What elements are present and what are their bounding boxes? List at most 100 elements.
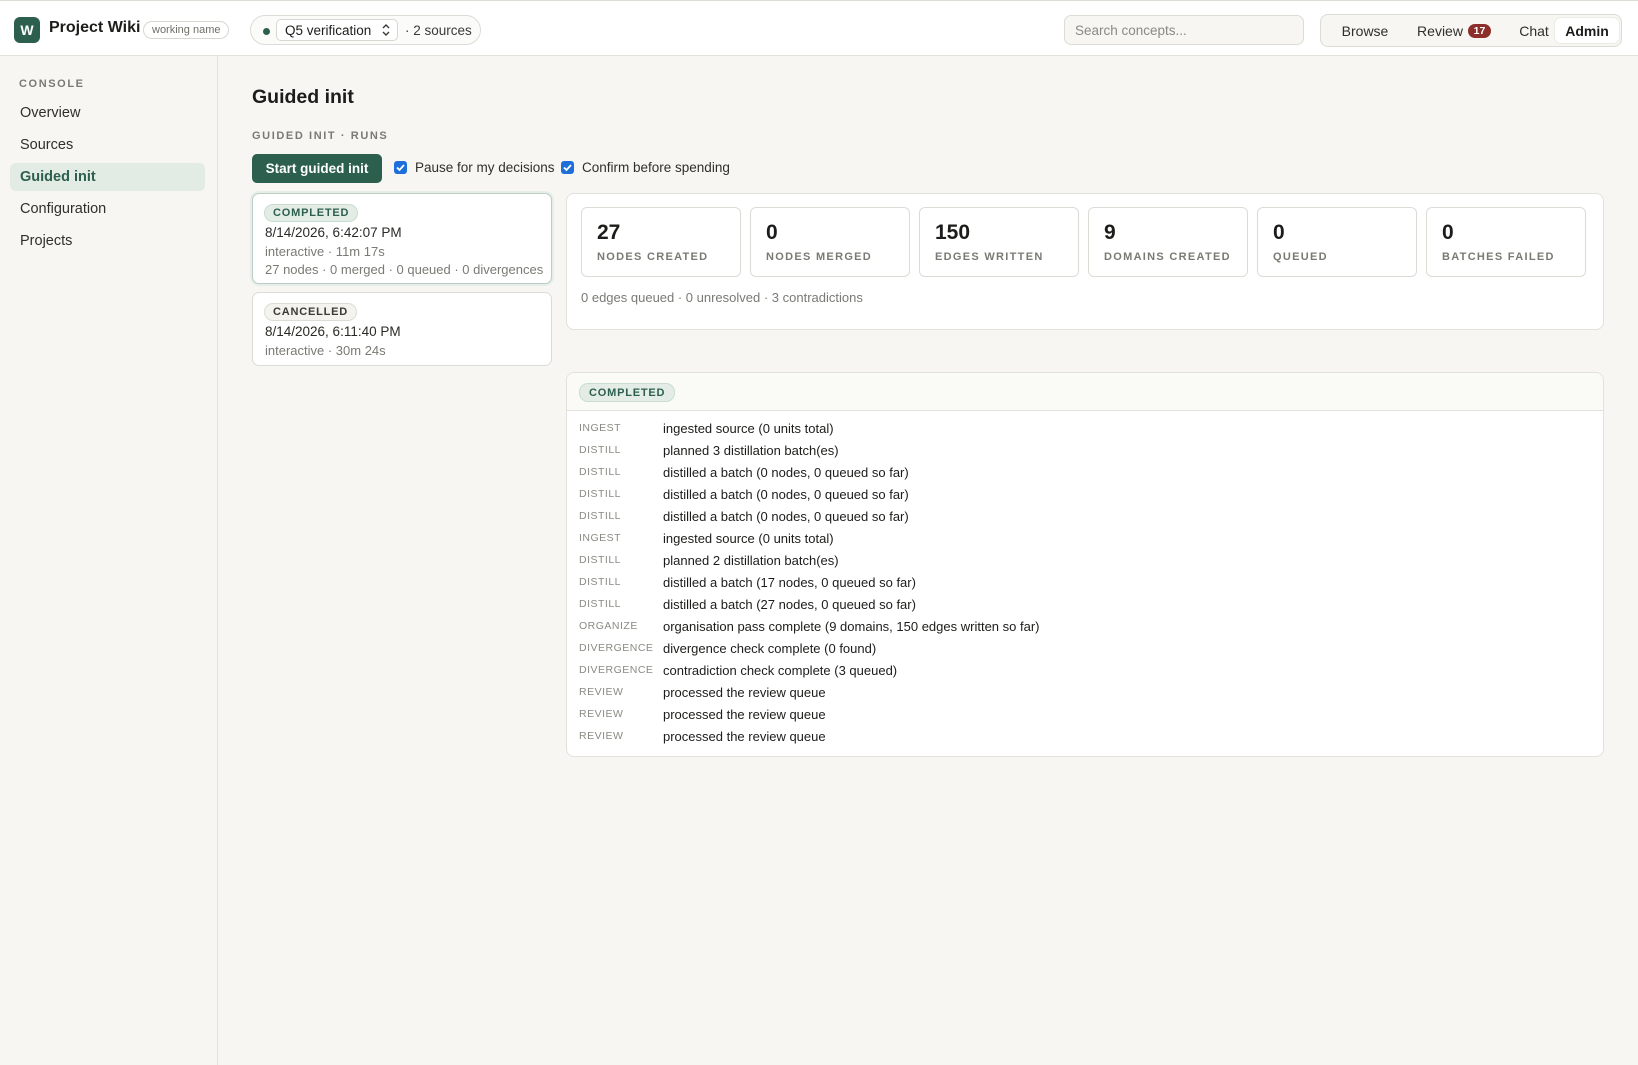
nav-browse-label: Browse: [1341, 22, 1389, 39]
confirm-checkbox[interactable]: [561, 161, 574, 174]
log-row: DISTILL distilled a batch (0 nodes, 0 que…: [579, 483, 1589, 505]
log-stage: DIVERGENCE: [579, 664, 654, 676]
log-row: DISTILL planned 3 distillation batch(es): [579, 439, 1589, 461]
stat-card-edges-written: 150 EDGES WRITTEN: [919, 207, 1079, 277]
sidebar-item-guided-init[interactable]: Guided init: [10, 163, 205, 191]
log-list: INGEST ingested source (0 units total) DIS…: [579, 417, 1589, 747]
log-row: REVIEW processed the review queue: [579, 681, 1589, 703]
stat-value: 150: [935, 221, 971, 244]
page-title: Guided init: [252, 86, 354, 108]
nav-admin-label: Admin: [1565, 22, 1609, 39]
pause-option[interactable]: Pause for my decisions: [394, 160, 555, 175]
log-row: REVIEW processed the review queue: [579, 703, 1589, 725]
log-stage: DISTILL: [579, 598, 622, 610]
log-text: contradiction check complete (3 queued): [663, 662, 898, 678]
log-stage: DISTILL: [579, 466, 622, 478]
log-stage: REVIEW: [579, 708, 624, 720]
stat-label: DOMAINS CREATED: [1104, 251, 1231, 263]
run-summary: 27 nodes · 0 merged · 0 queued · 0 diver…: [265, 262, 544, 277]
stat-label: QUEUED: [1273, 251, 1328, 263]
log-text: planned 2 distillation batch(es): [663, 552, 839, 568]
pause-checkbox[interactable]: [394, 161, 407, 174]
chevron-updown-icon: [382, 24, 390, 36]
log-stage: DIVERGENCE: [579, 642, 654, 654]
project-select[interactable]: Q5 verification: [276, 19, 398, 41]
sidebar-item-configuration[interactable]: Configuration: [10, 195, 205, 223]
nav-admin[interactable]: Admin: [1555, 18, 1619, 43]
sources-count: · 2 sources: [405, 23, 472, 38]
main-nav: Browse Review 17 Chat Admin: [1320, 14, 1622, 47]
sidebar-item-label: Configuration: [20, 201, 107, 217]
stat-value: 0: [1442, 221, 1454, 244]
log-text: distilled a batch (0 nodes, 0 queued so …: [663, 508, 909, 524]
run-card-completed[interactable]: COMPLETED 8/14/2026, 6:42:07 PM interact…: [252, 193, 552, 284]
stat-card-nodes-created: 27 NODES CREATED: [581, 207, 741, 277]
stat-card-domains-created: 9 DOMAINS CREATED: [1088, 207, 1248, 277]
sidebar-item-label: Overview: [20, 105, 81, 121]
log-text: processed the review queue: [663, 728, 826, 744]
stat-card-queued: 0 QUEUED: [1257, 207, 1417, 277]
app-title[interactable]: Project Wiki: [49, 19, 140, 37]
run-status-badge: COMPLETED: [264, 204, 359, 222]
nav-review[interactable]: Review 17: [1407, 18, 1501, 43]
stat-value: 0: [1273, 221, 1285, 244]
checkmark-icon: [563, 164, 572, 172]
nav-browse[interactable]: Browse: [1327, 18, 1403, 43]
sidebar-item-sources[interactable]: Sources: [10, 131, 205, 159]
stat-value: 27: [597, 221, 621, 244]
log-row: INGEST ingested source (0 units total): [579, 417, 1589, 439]
project-select-value: Q5 verification: [285, 22, 372, 38]
sidebar: CONSOLE Overview Sources Guided init Con…: [0, 56, 218, 1065]
log-stage: DISTILL: [579, 510, 622, 522]
confirm-option[interactable]: Confirm before spending: [561, 160, 730, 175]
project-switcher: Q5 verification · 2 sources: [250, 15, 481, 45]
search-input[interactable]: [1064, 15, 1304, 45]
stat-label: NODES CREATED: [597, 251, 709, 263]
stat-card-nodes-merged: 0 NODES MERGED: [750, 207, 910, 277]
log-stage: DISTILL: [579, 444, 622, 456]
status-dot-icon: [263, 28, 270, 35]
log-stage: DISTILL: [579, 576, 622, 588]
log-text: processed the review queue: [663, 706, 826, 722]
sidebar-item-projects[interactable]: Projects: [10, 227, 205, 255]
log-row: REVIEW processed the review queue: [579, 725, 1589, 747]
log-row: DISTILL distilled a batch (27 nodes, 0 qu…: [579, 593, 1589, 615]
log-row: DISTILL distilled a batch (17 nodes, 0 qu…: [579, 571, 1589, 593]
nav-review-label: Review: [1417, 22, 1463, 39]
log-text: distilled a batch (0 nodes, 0 queued so …: [663, 464, 909, 480]
working-name-tag: working name: [143, 21, 230, 39]
log-text: ingested source (0 units total): [663, 530, 834, 546]
sidebar-item-label: Projects: [20, 233, 73, 249]
run-log-panel: COMPLETED INGEST ingested source (0 units…: [566, 372, 1604, 757]
run-stats-panel: 27 NODES CREATED 0 NODES MERGED 150 EDGE…: [566, 193, 1604, 330]
start-guided-init-button[interactable]: Start guided init: [252, 154, 382, 183]
log-stage: REVIEW: [579, 730, 624, 742]
run-card-cancelled[interactable]: CANCELLED 8/14/2026, 6:11:40 PM interact…: [252, 292, 552, 366]
app-logo[interactable]: W: [14, 17, 40, 43]
log-text: distilled a batch (17 nodes, 0 queued so…: [663, 574, 916, 590]
run-date: 8/14/2026, 6:11:40 PM: [265, 324, 401, 339]
log-text: organisation pass complete (9 domains, 1…: [663, 618, 1040, 634]
log-stage: DISTILL: [579, 554, 622, 566]
run-status-badge: CANCELLED: [264, 303, 358, 321]
stat-label: NODES MERGED: [766, 251, 873, 263]
log-row: DISTILL distilled a batch (0 nodes, 0 que…: [579, 505, 1589, 527]
log-text: divergence check complete (0 found): [663, 640, 877, 656]
run-mode: interactive · 11m 17s: [265, 244, 385, 259]
log-text: processed the review queue: [663, 684, 826, 700]
sidebar-item-label: Guided init: [20, 169, 96, 185]
log-stage: ORGANIZE: [579, 620, 638, 632]
log-row: DISTILL planned 2 distillation batch(es): [579, 549, 1589, 571]
log-row: DIVERGENCE divergence check complete (0 f…: [579, 637, 1589, 659]
confirm-option-label: Confirm before spending: [582, 160, 730, 175]
log-stage: DISTILL: [579, 488, 622, 500]
log-row: INGEST ingested source (0 units total): [579, 527, 1589, 549]
log-text: distilled a batch (0 nodes, 0 queued so …: [663, 486, 909, 502]
log-row: ORGANIZE organisation pass complete (9 do…: [579, 615, 1589, 637]
log-status-badge: COMPLETED: [579, 383, 676, 402]
log-stage: INGEST: [579, 532, 622, 544]
log-header: COMPLETED: [567, 373, 1603, 411]
log-row: DISTILL distilled a batch (0 nodes, 0 que…: [579, 461, 1589, 483]
sidebar-item-overview[interactable]: Overview: [10, 99, 205, 127]
stat-label: BATCHES FAILED: [1442, 251, 1555, 263]
